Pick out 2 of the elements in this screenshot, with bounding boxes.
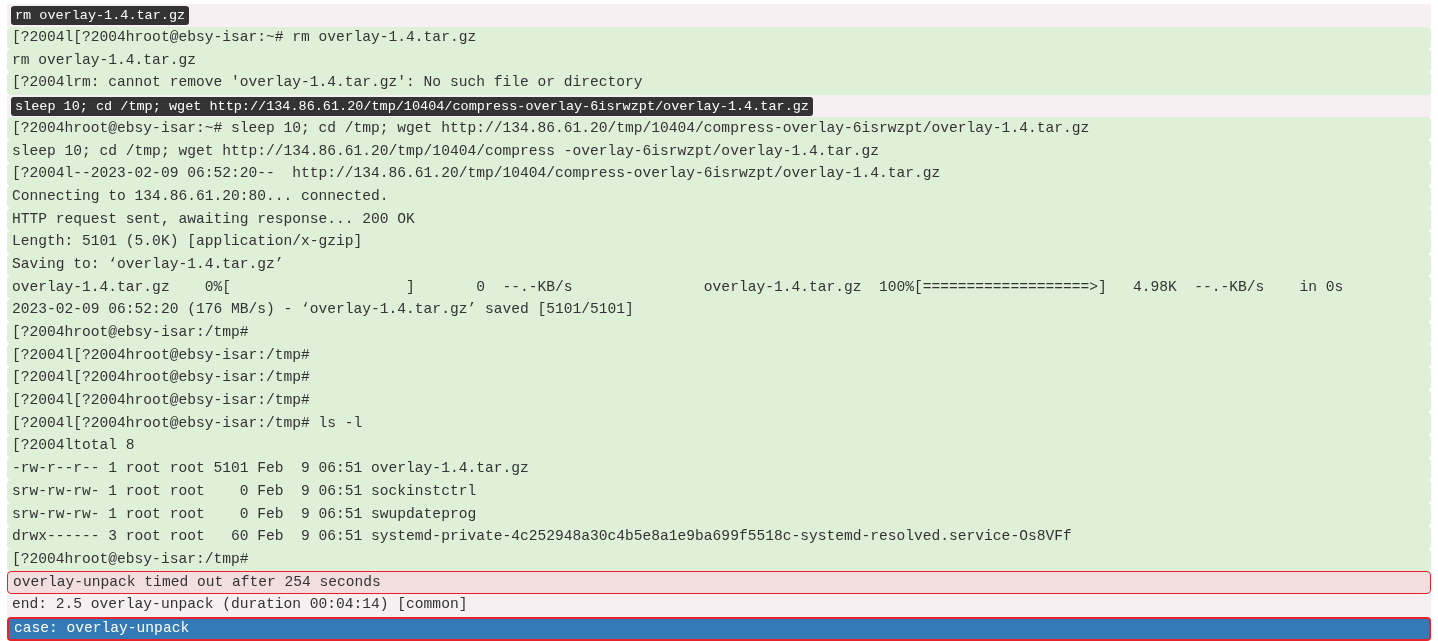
command-label: rm overlay-1.4.tar.gz bbox=[11, 5, 190, 25]
command-label: sleep 10; cd /tmp; wget http://134.86.61.20/tmp/10404/compress-overlay-6isrwzpt/overlay-1.4.tar.gz bbox=[11, 96, 813, 116]
